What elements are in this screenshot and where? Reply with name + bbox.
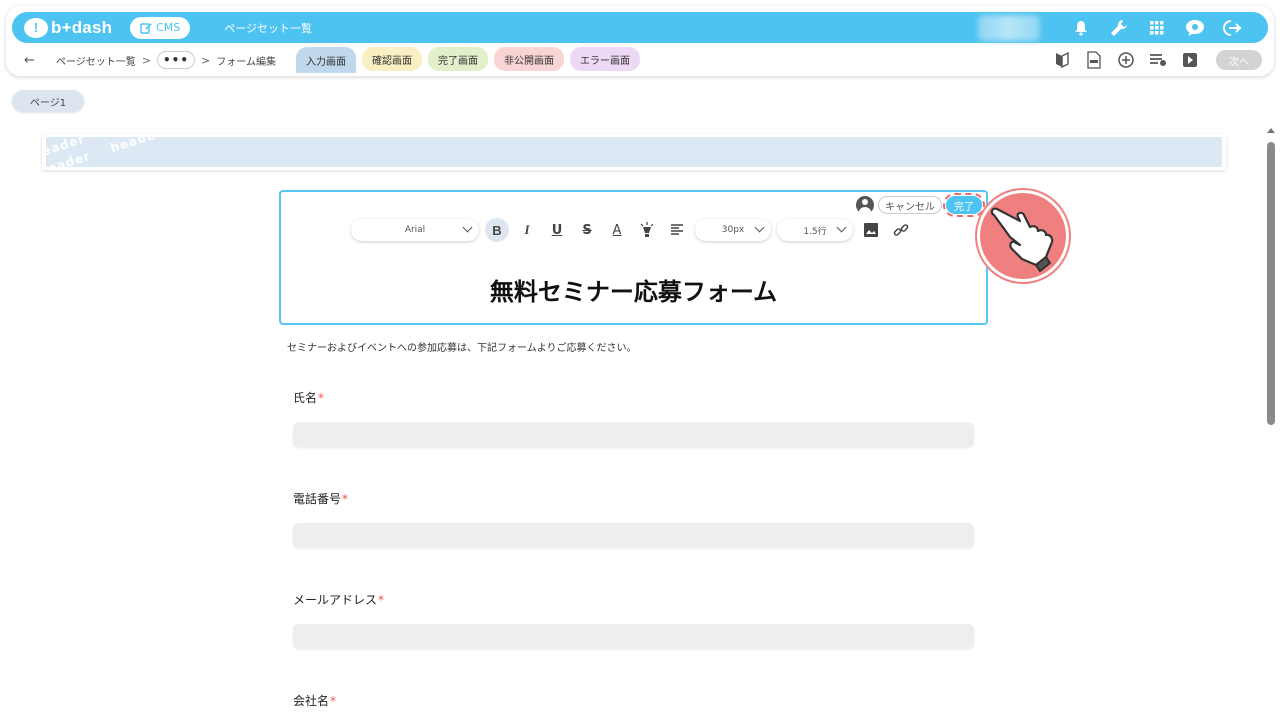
logout-icon[interactable]: [1222, 17, 1244, 39]
logo-icon: !: [24, 17, 48, 38]
font-family-value: Arial: [404, 225, 426, 235]
line-height-select[interactable]: 1.5行: [777, 219, 853, 241]
pointing-hand-highlight: [977, 190, 1069, 282]
bold-icon[interactable]: B: [485, 218, 509, 242]
done-button[interactable]: 完了: [943, 193, 985, 217]
topbar-actions: [978, 12, 1244, 43]
font-size-value: 30px: [721, 225, 745, 235]
logo-text: b+dash: [51, 17, 113, 37]
email-input[interactable]: [293, 624, 974, 649]
cms-button[interactable]: CMS: [130, 16, 191, 39]
link-icon[interactable]: [889, 218, 913, 242]
chevron-down-icon: [462, 222, 473, 233]
image-icon[interactable]: [859, 218, 883, 242]
scroll-up-arrow-icon[interactable]: [1267, 128, 1275, 133]
cms-label: CMS: [156, 21, 181, 34]
tab-complete[interactable]: 完了画面: [427, 47, 488, 71]
italic-icon[interactable]: I: [515, 218, 539, 242]
chevron-down-icon: [754, 222, 765, 233]
tab-input[interactable]: 入力画面: [295, 47, 356, 73]
editor-actions: キャンセル 完了: [856, 193, 985, 217]
field-label-phone: 電話番号*: [293, 492, 349, 506]
field-label-email: メールアドレス*: [293, 593, 385, 607]
pointing-hand-icon: [990, 207, 1054, 273]
required-mark: *: [342, 492, 349, 506]
add-circle-icon[interactable]: [1116, 50, 1136, 70]
scrollbar[interactable]: [1266, 128, 1276, 720]
user-avatar-icon[interactable]: [856, 196, 874, 214]
chevron-down-icon: [836, 222, 847, 233]
field-label-company: 会社名*: [293, 694, 337, 708]
header-watermark-text: header: [108, 137, 165, 156]
font-size-select[interactable]: 30px: [695, 219, 771, 241]
logo[interactable]: ! b+dash: [24, 17, 113, 38]
back-arrow-icon[interactable]: ←: [24, 53, 44, 68]
settings-list-icon[interactable]: [1148, 50, 1168, 70]
form-title[interactable]: 無料セミナー応募フォーム: [281, 272, 986, 307]
breadcrumb-separator: >: [141, 53, 152, 67]
header-placeholder: headerheaderheaderheaderheaderheaderhead…: [46, 137, 1222, 167]
wrench-icon[interactable]: [1108, 17, 1130, 39]
required-mark: *: [378, 593, 385, 607]
topbar-title[interactable]: ページセット一覧: [224, 20, 312, 36]
breadcrumb-more-button[interactable]: •••: [157, 51, 196, 69]
page-tab[interactable]: ページ1: [12, 90, 84, 112]
form-description: セミナーおよびイベントへの参加応募は、下記フォームよりご応募ください。: [287, 343, 637, 354]
text-format-toolbar: Arial B I U S A 30px 1.5行: [351, 218, 913, 242]
next-button[interactable]: 次へ: [1216, 50, 1262, 70]
cancel-button[interactable]: キャンセル: [878, 196, 942, 214]
edit-icon: [140, 22, 152, 34]
scrollbar-thumb[interactable]: [1267, 142, 1275, 425]
required-mark: *: [318, 391, 325, 405]
heading-editor[interactable]: キャンセル 完了 Arial B I U S A 30px 1.5行 無料セミナ…: [279, 190, 988, 325]
strikethrough-icon[interactable]: S: [575, 218, 599, 242]
breadcrumb-pageset-list[interactable]: ページセット一覧: [56, 53, 136, 68]
tab-private[interactable]: 非公開画面: [493, 47, 564, 71]
top-bar: ! b+dash CMS ページセット一覧: [12, 12, 1268, 43]
user-info-blurred[interactable]: [978, 14, 1040, 41]
tab-error[interactable]: エラー画面: [569, 47, 640, 71]
underline-icon[interactable]: U: [545, 218, 569, 242]
tab-confirm[interactable]: 確認画面: [361, 47, 422, 71]
line-height-value: 1.5行: [803, 226, 827, 237]
font-color-icon[interactable]: A: [605, 218, 629, 242]
header-block[interactable]: headerheaderheaderheaderheaderheaderhead…: [42, 134, 1226, 170]
field-label-name: 氏名*: [293, 391, 325, 405]
sub-bar: ← ページセット一覧 > ••• > フォーム編集 入力画面 確認画面 完了画面…: [12, 47, 1268, 73]
phone-input[interactable]: [293, 523, 974, 548]
align-left-icon[interactable]: [665, 218, 689, 242]
beginner-mark-icon[interactable]: [1052, 50, 1072, 70]
breadcrumb-form-edit: フォーム編集: [216, 56, 276, 68]
header-pattern: headerheaderheaderheaderheaderheaderhead…: [46, 137, 1222, 167]
support-chat-icon[interactable]: [1184, 17, 1206, 39]
apps-grid-icon[interactable]: [1146, 17, 1168, 39]
name-input[interactable]: [293, 422, 974, 447]
screen-tabs: 入力画面 確認画面 完了画面 非公開画面 エラー画面: [295, 47, 640, 73]
font-family-select[interactable]: Arial: [351, 219, 479, 241]
preview-play-icon[interactable]: [1180, 50, 1200, 70]
subbar-actions: 次へ: [1052, 47, 1262, 73]
highlight-icon[interactable]: [635, 218, 659, 242]
breadcrumb-separator: >: [201, 53, 211, 67]
required-mark: *: [330, 694, 337, 708]
html-file-icon[interactable]: [1084, 50, 1104, 70]
bell-icon[interactable]: [1070, 17, 1092, 39]
